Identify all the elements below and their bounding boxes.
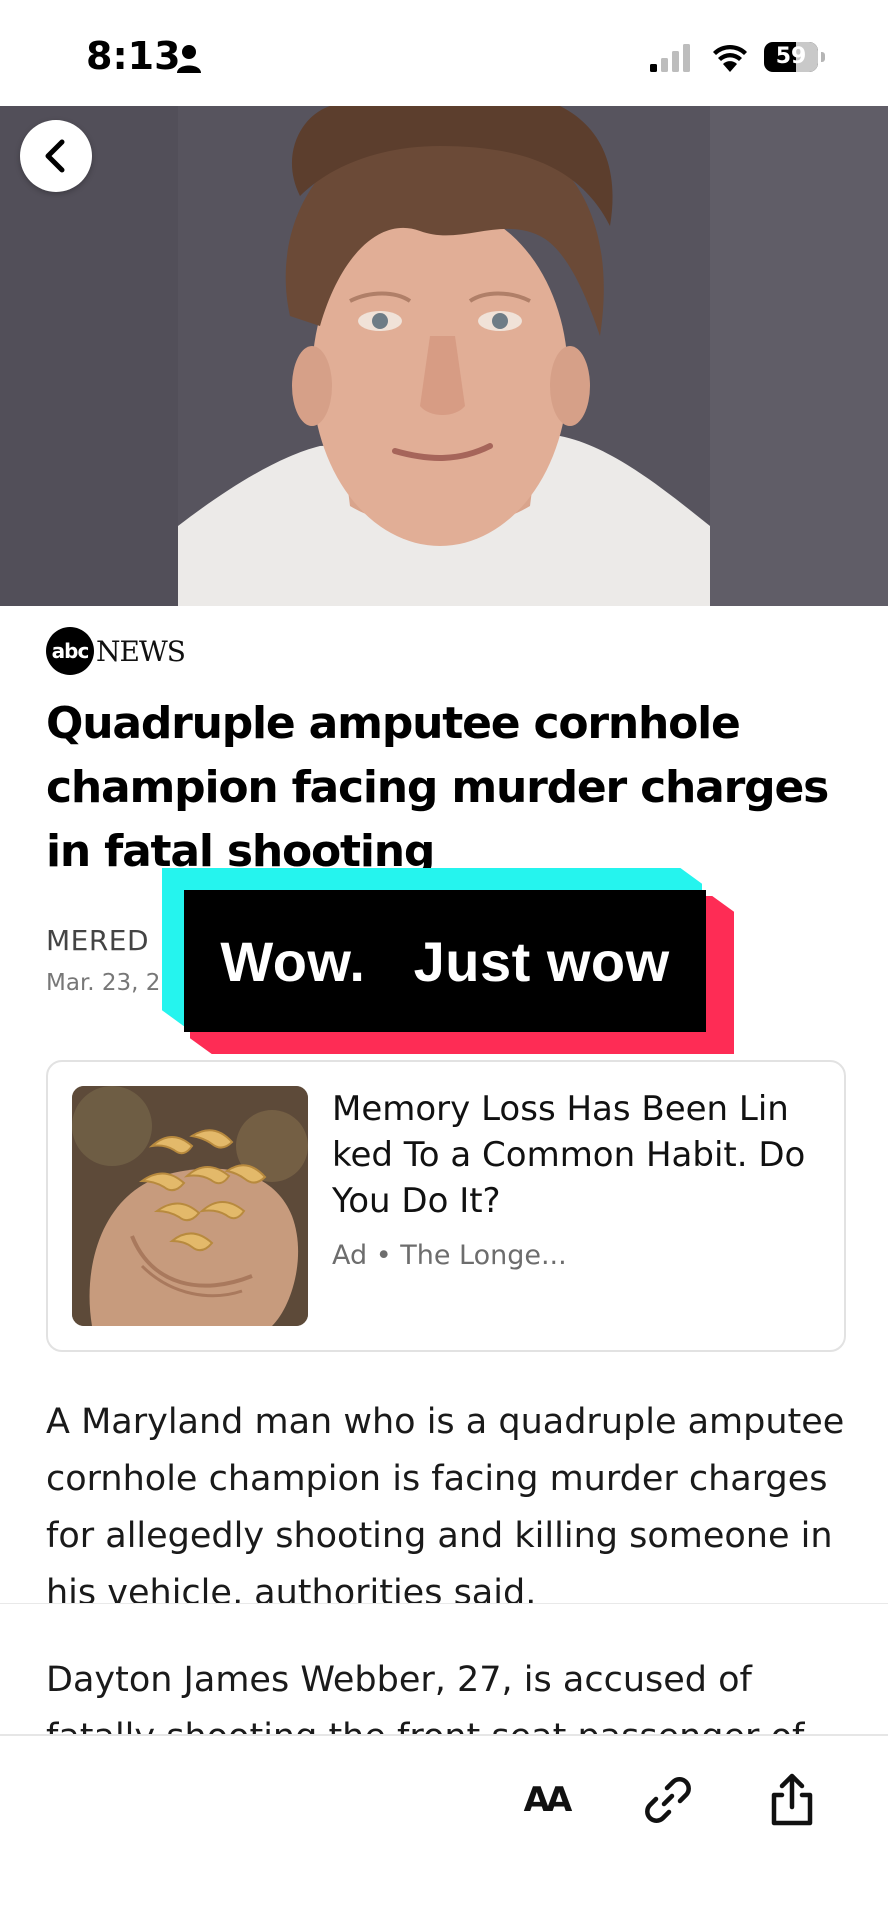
status-time: 8:13: [86, 34, 181, 78]
source-logo: abc NEWS: [46, 626, 186, 676]
status-bar: 8:13 59: [0, 0, 888, 106]
article-paragraph: A Maryland man who is a quadruple ampute…: [46, 1402, 845, 1613]
ad-card[interactable]: Memory Loss Has Been Lin ked To a Common…: [46, 1060, 846, 1352]
text-size-icon: AA: [523, 1780, 573, 1820]
back-button[interactable]: [20, 120, 92, 192]
caption-text: Wow. Just wow: [220, 929, 670, 993]
share-icon: [771, 1773, 813, 1826]
wifi-icon: [713, 44, 747, 72]
caption-overlay: Wow. Just wow: [162, 868, 734, 1054]
signal-icon: [650, 44, 690, 72]
chevron-left-icon: [45, 139, 65, 173]
article-author[interactable]: MERED: [46, 924, 149, 957]
article-headline: Quadruple amputee cornhole champion faci…: [46, 698, 829, 877]
article-date: Mar. 23, 2: [46, 970, 161, 996]
text-size-button[interactable]: AA: [514, 1768, 578, 1832]
ad-title[interactable]: Memory Loss Has Been Lin ked To a Common…: [332, 1086, 822, 1224]
paragraph-separator: [0, 1604, 888, 1640]
person-icon: [177, 45, 201, 73]
divider: [0, 1603, 888, 1604]
bottom-toolbar: AA: [0, 1734, 888, 1922]
abc-logo-mark: abc: [46, 627, 94, 675]
ad-image: [72, 1086, 308, 1326]
news-logo-word: NEWS: [96, 634, 186, 668]
share-button[interactable]: [760, 1768, 824, 1832]
link-icon: [645, 1777, 691, 1823]
copy-link-button[interactable]: [636, 1768, 700, 1832]
caption-box: Wow. Just wow: [184, 890, 706, 1032]
battery-percent: 59: [775, 44, 807, 69]
ad-meta: Ad • The Longe...: [332, 1240, 567, 1271]
hero-image: [0, 106, 888, 606]
battery-icon: 59: [764, 42, 826, 74]
